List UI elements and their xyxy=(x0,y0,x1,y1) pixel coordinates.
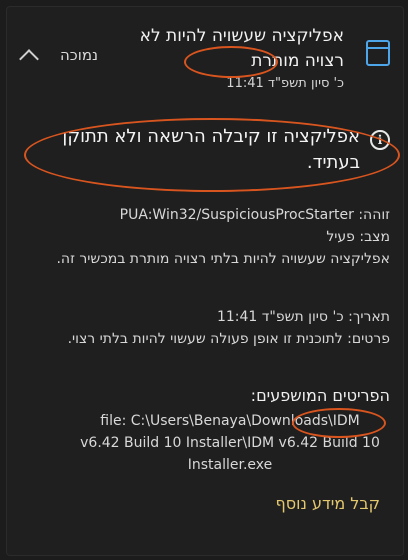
detected-row: זוהה: PUA:Win32/SuspiciousProcStarter xyxy=(18,204,390,226)
detected-label: זוהה: xyxy=(358,207,390,223)
description-text: אפליקציה שעשויה להיות בלתי רצויה מותרת ב… xyxy=(56,251,390,267)
details-row: פרטים: לתוכנית זו אופן פעולה שעשוי להיות… xyxy=(18,328,390,350)
details-value: לתוכנית זו אופן פעולה שעשוי להיות בלתי ר… xyxy=(67,331,343,347)
shield-window-icon xyxy=(366,40,390,66)
collapse-button[interactable] xyxy=(16,44,42,69)
details-label: פרטים: xyxy=(347,331,390,347)
state-value: פעיל xyxy=(326,229,355,245)
state-label: מצב: xyxy=(359,229,390,245)
chevron-up-icon xyxy=(19,49,39,69)
notification-date: כ' סיון תשפ"ד 11:41 xyxy=(226,76,344,91)
notification-title: אפליקציה שעשויה להיות לא רצויה מותרת xyxy=(139,26,344,71)
date-row: תאריך: כ' סיון תשפ"ד 11:41 xyxy=(18,306,390,328)
affected-items-title: הפריטים המושפעים: xyxy=(250,386,390,405)
date-value: כ' סיון תשפ"ד 11:41 xyxy=(216,309,344,325)
more-info-link[interactable]: קבל מידע נוסף xyxy=(276,494,380,513)
state-row: מצב: פעיל xyxy=(18,226,390,248)
warning-message: אפליקציה זו קיבלה הרשאה ולא תתוקן בעתיד. xyxy=(62,126,360,173)
info-circle-icon: i xyxy=(370,130,390,150)
detected-value: PUA:Win32/SuspiciousProcStarter xyxy=(119,207,354,223)
severity-label: נמוכה xyxy=(60,46,99,64)
affected-file-path: file: C:\Users\Benaya\Downloads\IDM v6.4… xyxy=(80,413,380,473)
date-label: תאריך: xyxy=(348,309,390,325)
